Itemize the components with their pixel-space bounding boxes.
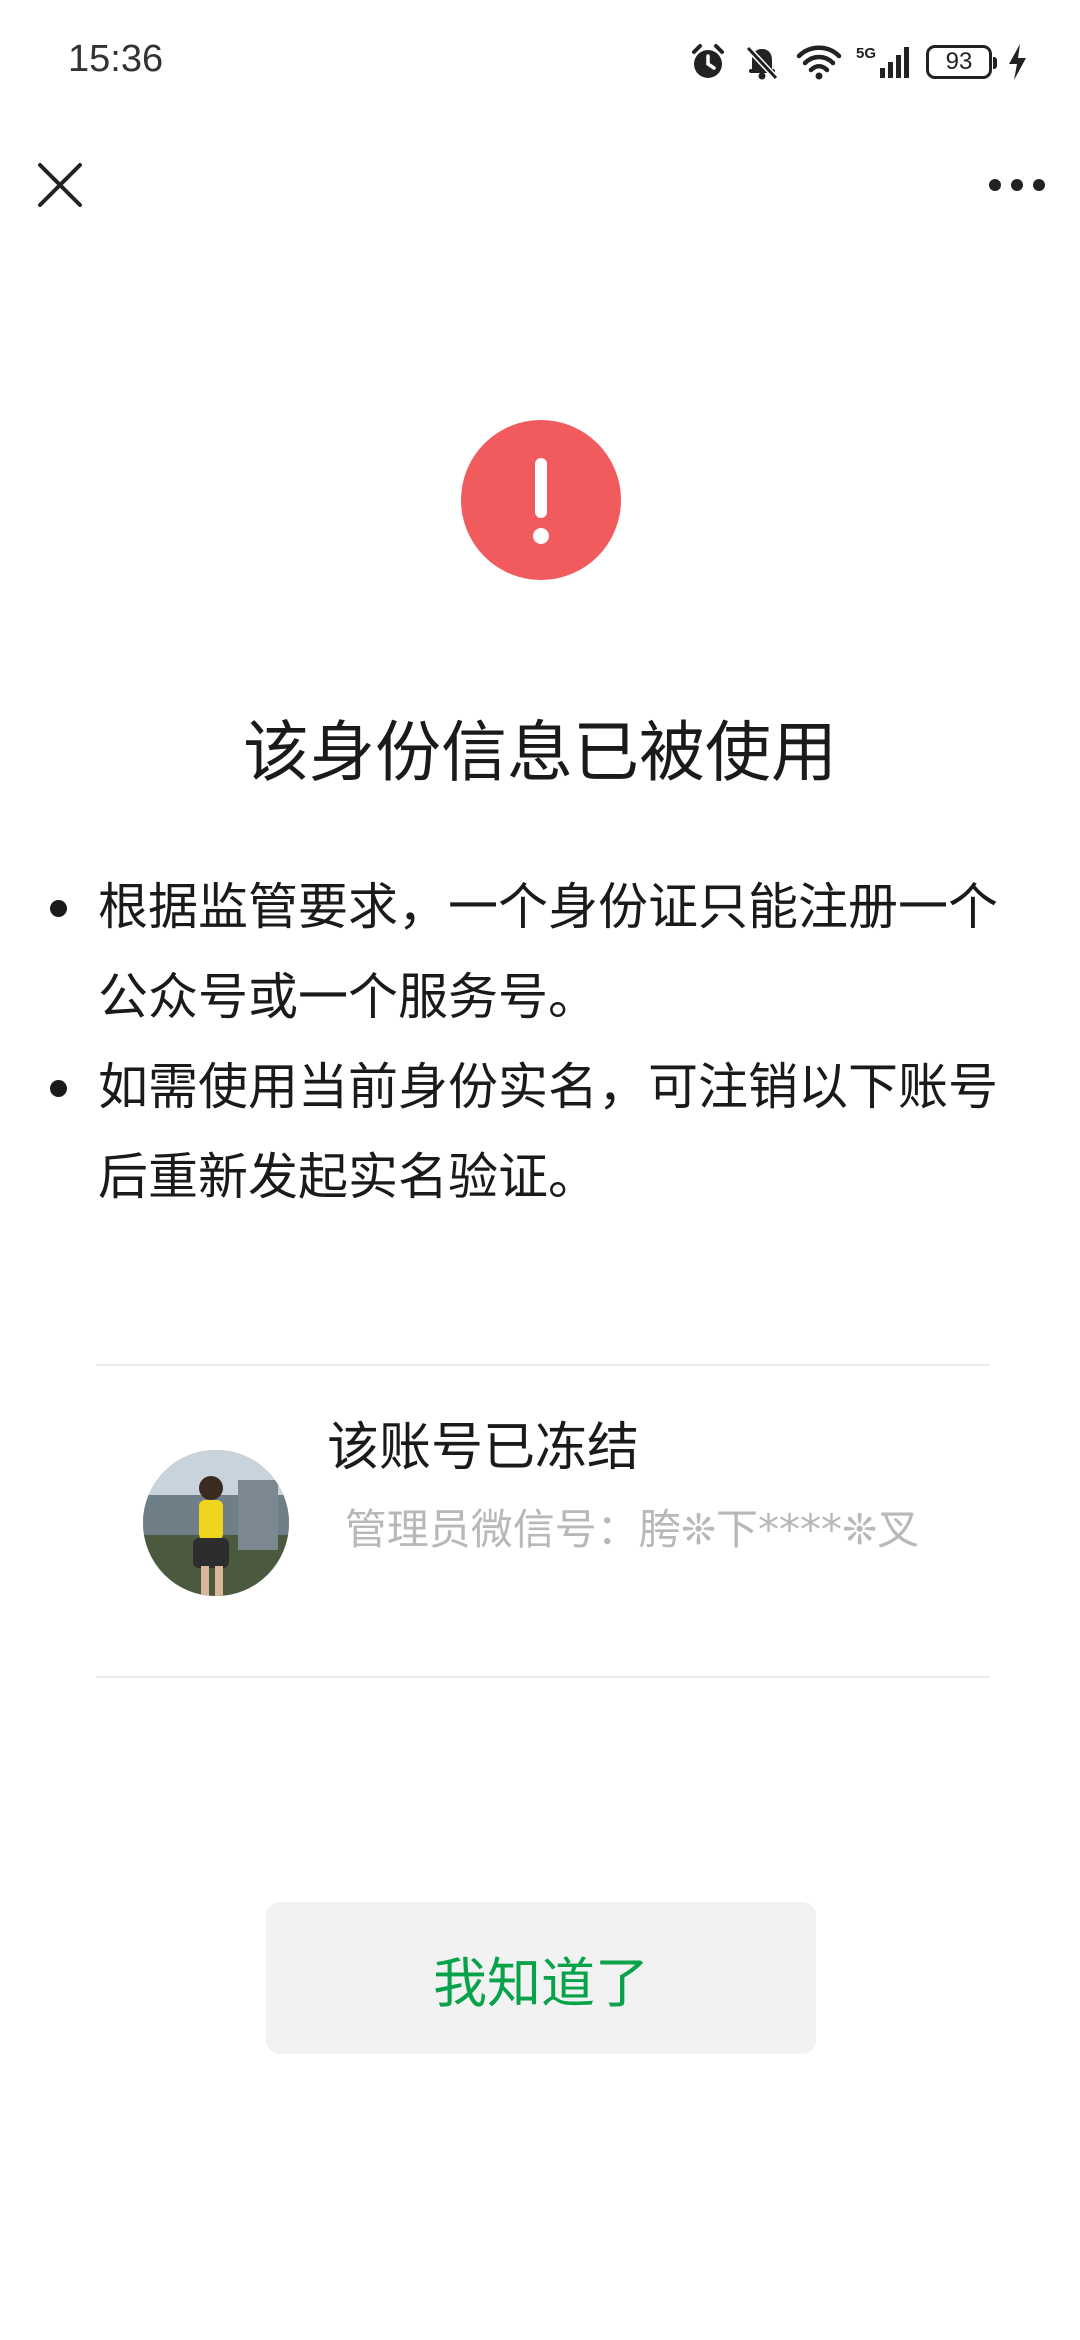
divider-bottom bbox=[96, 1676, 990, 1678]
notice-text: 根据监管要求，一个身份证只能注册一个公众号或一个服务号。 bbox=[98, 878, 998, 1026]
status-bar: 15:36 5G 93 bbox=[0, 0, 1080, 120]
notice-text: 如需使用当前身份实名，可注销以下账号后重新发起实名验证。 bbox=[98, 1058, 998, 1206]
charging-icon bbox=[1006, 42, 1028, 82]
alarm-icon bbox=[688, 42, 728, 82]
status-time: 15:36 bbox=[68, 38, 164, 80]
notice-item: 如需使用当前身份实名，可注销以下账号后重新发起实名验证。 bbox=[40, 1042, 1040, 1222]
mute-bell-icon bbox=[742, 42, 782, 82]
notice-list: 根据监管要求，一个身份证只能注册一个公众号或一个服务号。 如需使用当前身份实名，… bbox=[40, 862, 1040, 1222]
battery-level: 93 bbox=[945, 48, 973, 75]
wifi-icon bbox=[796, 42, 842, 82]
battery-icon: 93 bbox=[926, 45, 997, 79]
status-icons: 5G 93 bbox=[688, 38, 1028, 86]
bullet-dot bbox=[50, 900, 67, 917]
exclamation-icon bbox=[461, 420, 621, 580]
notice-item: 根据监管要求，一个身份证只能注册一个公众号或一个服务号。 bbox=[40, 862, 1040, 1042]
page-title: 该身份信息已被使用 bbox=[243, 714, 837, 791]
account-status: 该账号已冻结 bbox=[327, 1418, 640, 1478]
more-icon bbox=[989, 179, 1045, 191]
divider-top bbox=[96, 1364, 990, 1366]
admin-wechat: 管理员微信号：胯❊下****❊叉 bbox=[327, 1498, 937, 1562]
more-button[interactable] bbox=[984, 163, 1050, 207]
admin-label: 管理员微信号： bbox=[344, 1505, 639, 1554]
avatar bbox=[143, 1450, 289, 1596]
signal-icon: 5G bbox=[856, 42, 912, 82]
bullet-dot bbox=[50, 1080, 67, 1097]
network-label: 5G bbox=[856, 45, 876, 62]
admin-value: 胯❊下****❊叉 bbox=[638, 1505, 920, 1554]
close-icon bbox=[38, 163, 82, 207]
close-button[interactable] bbox=[30, 155, 90, 215]
got-it-button[interactable]: 我知道了 bbox=[266, 1902, 816, 2054]
